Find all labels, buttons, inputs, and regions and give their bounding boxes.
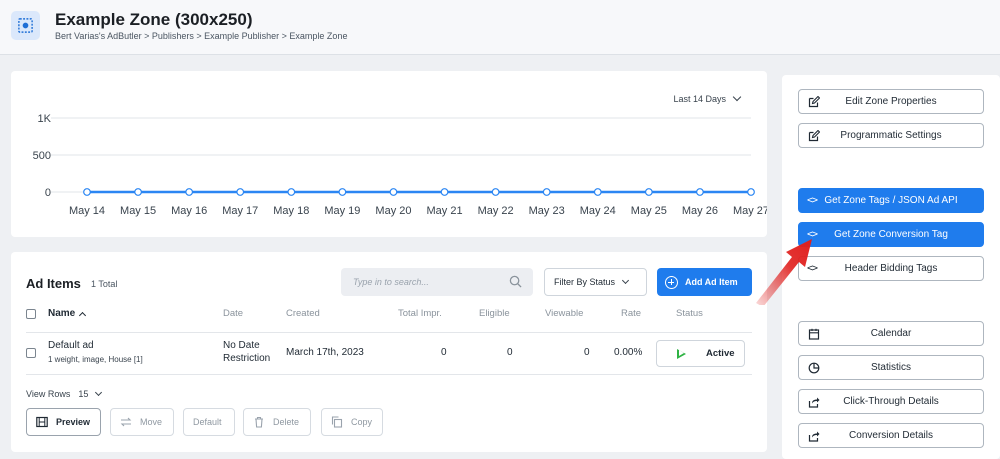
impressions-chart: 0 500 1K May 14 May 15 May 16 May 17 May 18 May … <box>33 113 767 217</box>
x-tick-label: May 22 <box>478 205 514 217</box>
preview-button[interactable]: Preview <box>26 408 101 436</box>
data-point <box>491 188 500 196</box>
trash-icon <box>255 416 263 428</box>
delete-button[interactable]: Delete <box>243 408 311 436</box>
column-header-created[interactable]: Created <box>286 308 320 319</box>
page-title: Example Zone (300x250) <box>55 10 253 29</box>
ad-date-line1: No Date <box>223 340 260 351</box>
column-header-rate[interactable]: Rate <box>621 308 641 319</box>
column-header-name[interactable]: Name <box>48 308 87 319</box>
data-point <box>542 188 551 196</box>
breadcrumb[interactable]: Bert Varias's AdButler > Publishers > Ex… <box>55 31 347 41</box>
select-all-checkbox[interactable] <box>26 309 36 319</box>
x-tick-label: May 21 <box>426 205 462 217</box>
chevron-down-icon <box>95 388 103 396</box>
data-point <box>134 188 142 196</box>
status-toggle-button[interactable]: Active <box>656 340 745 367</box>
calendar-button[interactable]: Calendar <box>798 321 984 346</box>
copy-button[interactable]: Copy <box>321 408 383 436</box>
data-point <box>338 188 347 196</box>
view-rows-label: View Rows <box>26 389 71 399</box>
move-button[interactable]: Move <box>110 408 174 436</box>
x-tick-label: May 24 <box>580 205 616 217</box>
y-tick-label: 0 <box>45 187 51 199</box>
film-icon <box>36 416 48 428</box>
conversion-details-button[interactable]: Conversion Details <box>798 423 984 448</box>
x-tick-label: May 16 <box>171 205 207 217</box>
column-header-date[interactable]: Date <box>223 308 243 319</box>
column-header-status: Status <box>676 308 703 319</box>
view-rows-value: 15 <box>78 389 89 399</box>
x-tick-label: May 17 <box>222 205 258 217</box>
data-point <box>644 188 653 196</box>
filter-by-status-select[interactable]: Filter By Status <box>544 268 647 296</box>
filter-label: Filter By Status <box>554 277 616 287</box>
play-icon <box>677 348 686 359</box>
data-point <box>185 188 194 196</box>
copy-icon <box>331 416 343 428</box>
plus-circle-icon <box>665 275 678 289</box>
header-bidding-tags-button[interactable]: <> Header Bidding Tags <box>798 256 984 281</box>
ad-items-card: Ad Items 1 Total Filter By Status Add Ad… <box>11 252 767 452</box>
get-zone-tags-button[interactable]: <> Get Zone Tags / JSON Ad API <box>798 188 984 213</box>
data-point <box>696 188 704 196</box>
add-ad-item-label: Add Ad Item <box>685 277 738 287</box>
x-tick-label: May 15 <box>120 205 156 217</box>
annotation-arrow <box>756 239 812 305</box>
page-header: Example Zone (300x250) Bert Varias's AdB… <box>0 0 1000 55</box>
ad-eligible: 0 <box>507 347 513 358</box>
ad-items-title: Ad Items <box>26 276 81 291</box>
data-point <box>747 188 755 196</box>
column-header-total-impressions[interactable]: Total Impr. <box>398 308 442 319</box>
ad-meta: 1 weight, image, House [1] <box>48 355 143 364</box>
statistics-button[interactable]: Statistics <box>798 355 984 380</box>
data-point <box>287 188 296 196</box>
y-tick-label: 500 <box>33 150 51 162</box>
x-tick-label: May 14 <box>69 205 105 217</box>
add-ad-item-button[interactable]: Add Ad Item <box>657 268 752 296</box>
search-icon[interactable] <box>509 275 522 288</box>
data-point <box>236 188 245 196</box>
column-header-eligible[interactable]: Eligible <box>479 308 510 319</box>
programmatic-settings-button[interactable]: Programmatic Settings <box>798 123 984 148</box>
chevron-down-icon <box>621 276 630 284</box>
default-button[interactable]: Default <box>183 408 235 436</box>
ad-total-impressions: 0 <box>441 347 447 358</box>
status-label: Active <box>706 348 735 359</box>
click-through-details-button[interactable]: Click-Through Details <box>798 389 984 414</box>
ad-name-link[interactable]: Default ad <box>48 340 94 351</box>
x-tick-label: May 25 <box>631 205 667 217</box>
ad-date-line2: Restriction <box>223 353 271 364</box>
view-rows-select[interactable]: View Rows 15 <box>26 388 103 399</box>
data-point <box>389 188 398 196</box>
move-arrows-icon <box>120 417 132 427</box>
x-tick-label: May 27 <box>733 205 767 217</box>
x-tick-label: May 23 <box>529 205 565 217</box>
search-box <box>341 268 533 296</box>
get-zone-conversion-tag-button[interactable]: <> Get Zone Conversion Tag <box>798 222 984 247</box>
x-tick-label: May 19 <box>324 205 360 217</box>
data-point <box>440 188 449 196</box>
x-tick-label: May 20 <box>375 205 411 217</box>
column-header-viewable[interactable]: Viewable <box>545 308 583 319</box>
zone-icon <box>11 11 40 40</box>
sort-ascending-icon <box>79 311 87 319</box>
ad-viewable: 0 <box>584 347 590 358</box>
data-point <box>593 188 602 196</box>
ad-created: March 17th, 2023 <box>286 347 364 358</box>
table-divider <box>26 374 752 375</box>
table-divider <box>26 332 752 333</box>
row-checkbox[interactable] <box>26 348 36 358</box>
data-point <box>83 188 91 196</box>
stats-chart-card: Last 14 Days 0 500 1K May 14 May 15 May 16 May… <box>11 71 767 237</box>
x-tick-label: May 18 <box>273 205 309 217</box>
x-tick-label: May 26 <box>682 205 718 217</box>
y-tick-label: 1K <box>38 113 52 125</box>
edit-zone-properties-button[interactable]: Edit Zone Properties <box>798 89 984 114</box>
ad-rate: 0.00% <box>614 347 643 358</box>
search-input[interactable] <box>341 268 501 296</box>
ad-items-count: 1 Total <box>91 279 118 289</box>
